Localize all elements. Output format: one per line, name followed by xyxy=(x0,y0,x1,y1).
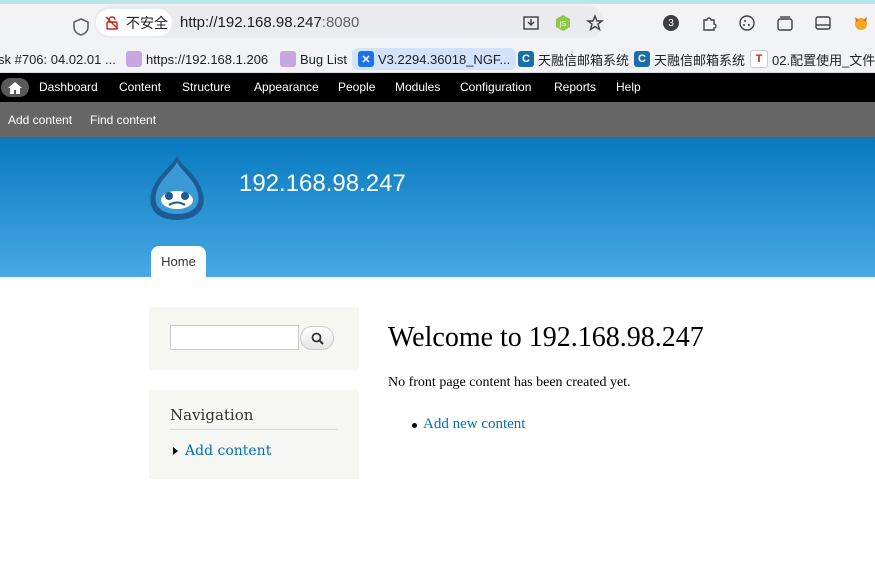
url-port: :8080 xyxy=(321,14,360,31)
home-icon xyxy=(8,81,22,94)
toolbar-reports[interactable]: Reports xyxy=(554,80,596,94)
toolbar-configuration[interactable]: Configuration xyxy=(460,80,531,94)
extension-badge[interactable]: 3 xyxy=(660,12,682,34)
toolbar-modules[interactable]: Modules xyxy=(395,80,440,94)
navigation-block: Navigation Add content xyxy=(149,390,359,479)
bookmark-item[interactable]: sk #706: 04.02.01 ... xyxy=(0,48,116,70)
bookmark-item-active[interactable]: ✕ V3.2294.36018_NGF... xyxy=(352,48,517,70)
toolbar-people[interactable]: People xyxy=(338,80,375,94)
url-host: http://192.168.98.247 xyxy=(180,14,322,31)
tab-home[interactable]: Home xyxy=(151,246,206,277)
page-title: Welcome to 192.168.98.247 xyxy=(388,322,704,353)
site-header: 192.168.98.247 Home xyxy=(0,137,875,277)
bookmark-item[interactable]: https://192.168.1.206 xyxy=(126,48,268,70)
confluence-icon: ✕ xyxy=(358,51,374,67)
bookmark-item[interactable]: T02.配置使用_文件系 xyxy=(750,48,875,70)
sidebar-icon[interactable] xyxy=(812,12,834,34)
bookmarks-bar: sk #706: 04.02.01 ... https://192.168.1.… xyxy=(0,44,875,73)
admin-toolbar: Dashboard Content Structure Appearance P… xyxy=(0,73,875,102)
navigation-title: Navigation xyxy=(170,406,254,424)
install-app-icon[interactable] xyxy=(520,12,542,34)
collapsed-arrow-icon xyxy=(173,447,178,455)
nodejs-extension-icon[interactable]: JS xyxy=(552,12,574,34)
bookmark-item[interactable]: C 天融信邮箱系统 xyxy=(634,48,745,70)
shortcuts-bar: Add content Find content xyxy=(0,102,875,137)
insecure-label: 不安全 xyxy=(126,14,168,31)
toolbar-help[interactable]: Help xyxy=(616,80,641,94)
extensions-puzzle-icon[interactable] xyxy=(698,12,720,34)
nav-link-add-content[interactable]: Add content xyxy=(185,443,271,459)
shield-icon[interactable] xyxy=(70,16,92,38)
search-button[interactable] xyxy=(300,326,334,350)
svg-text:JS: JS xyxy=(559,20,567,28)
site-name[interactable]: 192.168.98.247 xyxy=(239,170,406,198)
insecure-chip[interactable]: 不安全 xyxy=(96,9,172,36)
doc-t-icon: T xyxy=(750,50,768,68)
search-block xyxy=(149,307,359,370)
insecure-lock-icon xyxy=(105,15,119,30)
shortcut-add-content[interactable]: Add content xyxy=(8,113,72,127)
nav-item-add-content[interactable]: Add content xyxy=(170,443,271,459)
list-bullet xyxy=(412,423,417,428)
mail-c-icon: C xyxy=(634,51,650,67)
toolbar-home-button[interactable] xyxy=(1,78,29,97)
navigation-divider xyxy=(170,429,338,430)
fox-extension-icon[interactable] xyxy=(850,12,872,34)
shortcut-find-content[interactable]: Find content xyxy=(90,113,156,127)
search-input[interactable] xyxy=(170,325,299,350)
folder-icon xyxy=(280,51,296,67)
toolbar-content[interactable]: Content xyxy=(119,80,161,94)
bookmark-star-icon[interactable] xyxy=(584,12,606,34)
search-icon xyxy=(311,332,324,345)
cookie-icon[interactable] xyxy=(736,12,758,34)
add-new-content-link[interactable]: Add new content xyxy=(423,416,525,433)
drupal-logo-icon[interactable] xyxy=(147,154,207,222)
toolbar-dashboard[interactable]: Dashboard xyxy=(39,80,98,94)
bookmark-item[interactable]: Bug List xyxy=(280,48,347,70)
toolbar-structure[interactable]: Structure xyxy=(182,80,231,94)
toolbar-appearance[interactable]: Appearance xyxy=(254,80,319,94)
mail-c-icon: C xyxy=(518,51,534,67)
url-text[interactable]: http://192.168.98.247:8080 xyxy=(180,14,359,31)
collections-icon[interactable] xyxy=(774,12,796,34)
page-message: No front page content has been created y… xyxy=(388,375,631,390)
bookmark-item[interactable]: C 天融信邮箱系统 xyxy=(518,48,629,70)
folder-icon xyxy=(126,51,142,67)
